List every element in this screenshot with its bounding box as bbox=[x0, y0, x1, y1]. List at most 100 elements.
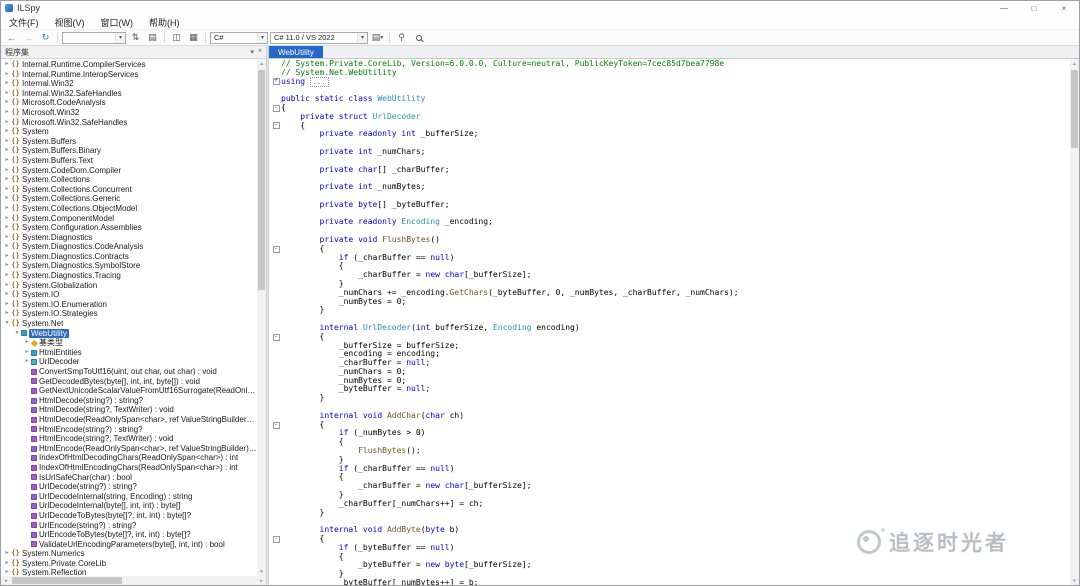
scroll-up-icon[interactable]: ▴ bbox=[257, 59, 266, 68]
expander-icon[interactable]: ▸ bbox=[3, 271, 11, 281]
expander-icon[interactable]: ▸ bbox=[3, 127, 11, 137]
scroll-down-icon[interactable]: ▾ bbox=[257, 567, 266, 576]
tree-item[interactable]: UrlEncode(string?) : string? bbox=[1, 521, 257, 531]
tree-item[interactable]: ▸{}System bbox=[1, 127, 257, 137]
tree-item[interactable]: ▸{}System.Buffers.Text bbox=[1, 156, 257, 166]
tree-item[interactable]: ▸UrlDecoder bbox=[1, 357, 257, 367]
tree-item[interactable]: HtmlDecode(string?, TextWriter) : void bbox=[1, 405, 257, 415]
tree-item[interactable]: ▸{}System.Buffers bbox=[1, 137, 257, 147]
expander-icon[interactable]: ▸ bbox=[23, 348, 31, 358]
expander-icon[interactable]: ▸ bbox=[3, 281, 11, 291]
tree-item[interactable]: ▸{}System.ComponentModel bbox=[1, 214, 257, 224]
tree-item[interactable]: ▸{}Microsoft.Win32 bbox=[1, 108, 257, 118]
sidebar-scrollbar-thumb[interactable] bbox=[258, 70, 265, 290]
menu-file[interactable]: 文件(F) bbox=[1, 16, 47, 29]
tree-item[interactable]: ▸{}System.IO.Strategies bbox=[1, 309, 257, 319]
tree-item[interactable]: ▸{}System.IO.Enumeration bbox=[1, 300, 257, 310]
refresh-button[interactable]: ↻ bbox=[38, 31, 53, 44]
expander-icon[interactable]: ▸ bbox=[3, 89, 11, 99]
tree-item[interactable]: ▸{}Internal.Runtime.CompilerServices bbox=[1, 60, 257, 70]
tree-item[interactable]: ▾{}System.Net bbox=[1, 319, 257, 329]
tree-item[interactable]: ▸{}System.Globalization bbox=[1, 281, 257, 291]
sort-assemblies-button[interactable]: ⇅ bbox=[128, 31, 143, 44]
menu-view[interactable]: 视图(V) bbox=[47, 16, 93, 29]
expander-icon[interactable]: ▾ bbox=[13, 329, 21, 339]
expander-icon[interactable]: ▸ bbox=[23, 357, 31, 367]
tree-item[interactable]: ▸{}System.CodeDom.Compiler bbox=[1, 166, 257, 176]
search-combobox[interactable]: ▾ bbox=[62, 32, 126, 44]
scroll-up-icon[interactable]: ▴ bbox=[1070, 59, 1079, 68]
maximize-button[interactable]: □ bbox=[1019, 1, 1049, 15]
expander-icon[interactable]: ▸ bbox=[3, 290, 11, 300]
tree-item[interactable]: IsUrlSafeChar(char) : bool bbox=[1, 473, 257, 483]
sidebar-horizontal-scrollbar[interactable]: ◂ ▸ bbox=[1, 576, 266, 585]
tree-item[interactable]: ▸{}System.Diagnostics bbox=[1, 233, 257, 243]
panel-close-icon[interactable]: × bbox=[258, 48, 262, 56]
scroll-down-icon[interactable]: ▾ bbox=[1070, 576, 1079, 585]
expander-icon[interactable]: ▸ bbox=[3, 146, 11, 156]
language-select-dropdown-icon[interactable]: ▾ bbox=[257, 33, 267, 43]
expander-icon[interactable]: ▸ bbox=[3, 309, 11, 319]
expander-icon[interactable]: ▸ bbox=[3, 549, 11, 559]
expander-icon[interactable]: ▸ bbox=[3, 175, 11, 185]
tree-item[interactable]: ▸{}System.Diagnostics.Contracts bbox=[1, 252, 257, 262]
tree-item[interactable]: ▸{}Internal.Win32 bbox=[1, 79, 257, 89]
reload-assemblies-button[interactable]: ▦ bbox=[186, 31, 201, 44]
tree-item[interactable]: ▸{}System.Buffers.Binary bbox=[1, 146, 257, 156]
fold-toggle-icon[interactable]: - bbox=[273, 122, 280, 129]
expander-icon[interactable]: ▸ bbox=[3, 70, 11, 80]
expander-icon[interactable]: ▸ bbox=[3, 204, 11, 214]
tree-item[interactable]: ▸{}System.Diagnostics.CodeAnalysis bbox=[1, 242, 257, 252]
tree-item[interactable]: ▸{}Internal.Runtime.InteropServices bbox=[1, 70, 257, 80]
options-dropdown-button[interactable]: ▤▾ bbox=[370, 31, 385, 44]
expander-icon[interactable]: ▸ bbox=[3, 559, 11, 569]
expander-icon[interactable]: ▸ bbox=[3, 118, 11, 128]
expander-icon[interactable]: ▸ bbox=[3, 194, 11, 204]
tree-item[interactable]: ▸{}System.Numerics bbox=[1, 549, 257, 559]
fold-toggle-icon[interactable]: - bbox=[273, 334, 280, 341]
tree-item[interactable]: ▸{}Internal.Win32.SafeHandles bbox=[1, 89, 257, 99]
fold-toggle-icon[interactable]: - bbox=[273, 105, 280, 112]
tree-item[interactable]: ▸{}Microsoft.Win32.SafeHandles bbox=[1, 118, 257, 128]
expander-icon[interactable]: ▸ bbox=[3, 223, 11, 233]
tree-item[interactable]: ▸{}System.Diagnostics.Tracing bbox=[1, 271, 257, 281]
menu-window[interactable]: 窗口(W) bbox=[93, 16, 142, 29]
tree-item[interactable]: HtmlEncode(string?) : string? bbox=[1, 425, 257, 435]
open-file-button[interactable]: ◫ bbox=[169, 31, 184, 44]
tree-item[interactable]: UrlDecodeInternal(string, Encoding) : st… bbox=[1, 492, 257, 502]
tree-item[interactable]: IndexOfHtmlDecodingChars(ReadOnlySpan<ch… bbox=[1, 453, 257, 463]
expander-icon[interactable]: ▸ bbox=[3, 233, 11, 243]
tree-item[interactable]: ▸{}System.Configuration.Assemblies bbox=[1, 223, 257, 233]
expander-icon[interactable]: ▸ bbox=[3, 300, 11, 310]
tree-item[interactable]: UrlDecodeInternal(byte[], int, int) : by… bbox=[1, 501, 257, 511]
expander-icon[interactable]: ▸ bbox=[3, 252, 11, 262]
expander-icon[interactable]: ▸ bbox=[3, 108, 11, 118]
close-button[interactable]: × bbox=[1049, 1, 1079, 15]
tree-item[interactable]: UrlEncodeToBytes(byte[]?, int, int) : by… bbox=[1, 530, 257, 540]
minimize-button[interactable]: — bbox=[989, 1, 1019, 15]
code-scrollbar-thumb[interactable] bbox=[1071, 70, 1078, 148]
fold-toggle-icon[interactable]: - bbox=[273, 422, 280, 429]
tree-item[interactable]: ▸HtmlEntities bbox=[1, 348, 257, 358]
expander-icon[interactable]: ▸ bbox=[3, 568, 11, 576]
expander-icon[interactable]: ▾ bbox=[3, 319, 11, 329]
debug-steps-button[interactable]: ⚲ bbox=[394, 31, 409, 44]
collapse-tree-button[interactable]: ▤ bbox=[145, 31, 160, 44]
code-vertical-scrollbar[interactable]: ▴ ▾ bbox=[1070, 59, 1079, 585]
panel-collapse-icon[interactable]: ▾ bbox=[250, 48, 254, 56]
tree-item[interactable]: ConvertSmpToUtf16(uint, out char, out ch… bbox=[1, 367, 257, 377]
expander-icon[interactable]: ▸ bbox=[3, 60, 11, 70]
tree-item[interactable]: HtmlEncode(string?, TextWriter) : void bbox=[1, 434, 257, 444]
back-button[interactable]: ← bbox=[4, 31, 19, 44]
expander-icon[interactable]: ▸ bbox=[3, 185, 11, 195]
tree-item[interactable]: GetDecodedBytes(byte[], int, int, byte[]… bbox=[1, 377, 257, 387]
expander-icon[interactable]: ▸ bbox=[3, 242, 11, 252]
language-version-dropdown-icon[interactable]: ▾ bbox=[357, 33, 367, 43]
tree-item[interactable]: UrlDecodeToBytes(byte[]?, int, int) : by… bbox=[1, 511, 257, 521]
forward-button[interactable]: → bbox=[21, 31, 36, 44]
expander-icon[interactable]: ▸ bbox=[3, 261, 11, 271]
tree-item[interactable]: ▾WebUtility bbox=[1, 329, 257, 339]
search-combobox-dropdown-icon[interactable]: ▾ bbox=[115, 33, 125, 43]
scroll-left-icon[interactable]: ◂ bbox=[1, 576, 10, 585]
search-button[interactable] bbox=[411, 31, 426, 44]
